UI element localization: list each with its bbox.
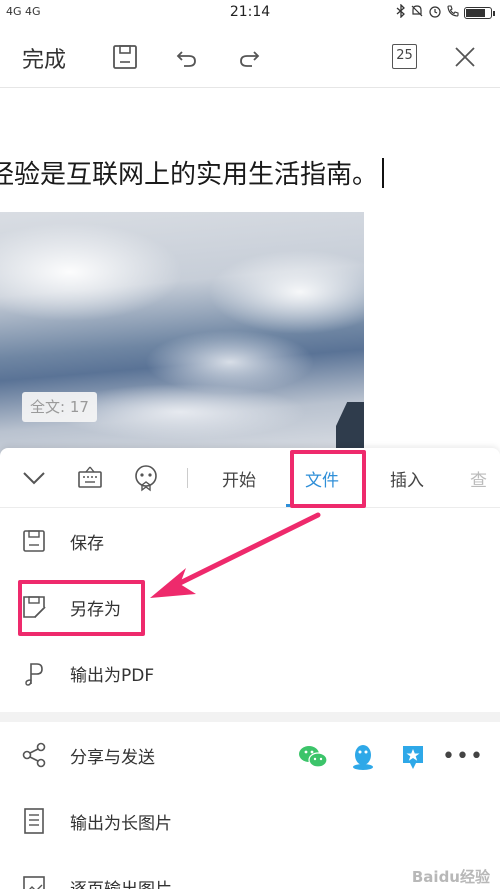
editor-toolbar: 完成 25 xyxy=(0,28,500,88)
tab-insert[interactable]: 插入 xyxy=(390,466,424,491)
tab-start[interactable]: 开始 xyxy=(222,466,256,491)
status-icons xyxy=(396,3,495,21)
wechat-icon[interactable] xyxy=(298,742,328,772)
document-image[interactable] xyxy=(0,212,364,462)
qq-icon[interactable] xyxy=(348,742,378,772)
save-label: 保存 xyxy=(70,534,104,554)
long-image-icon xyxy=(20,807,48,835)
save-icon xyxy=(20,527,48,555)
export-page-images-label: 逐页输出图片 xyxy=(70,875,172,889)
close-icon[interactable] xyxy=(450,42,480,72)
menu-group-divider xyxy=(0,712,500,722)
document-paragraph[interactable]: 经验是互联网上的实用生活指南。 xyxy=(0,160,378,190)
keyboard-icon[interactable] xyxy=(74,462,106,494)
share-apps: ••• xyxy=(298,742,483,772)
alarm-icon xyxy=(428,4,442,21)
redo-icon[interactable] xyxy=(234,42,264,72)
assistant-icon[interactable] xyxy=(130,462,162,494)
collapse-chevron-icon[interactable] xyxy=(18,462,50,494)
document-text[interactable]: 经验是互联网上的实用生活指南。 xyxy=(0,154,385,191)
battery-icon xyxy=(464,6,495,19)
text-cursor xyxy=(382,158,385,188)
tab-review[interactable]: 查 xyxy=(470,466,500,491)
share-label: 分享与发送 xyxy=(70,748,155,768)
pdf-icon xyxy=(20,659,48,687)
tim-icon[interactable] xyxy=(398,742,428,772)
file-tab-highlight xyxy=(290,450,366,508)
export-pdf-label: 输出为PDF xyxy=(70,666,155,686)
done-button[interactable]: 完成 xyxy=(22,42,66,74)
word-count-badge: 全文: 17 xyxy=(22,392,97,422)
more-icon[interactable]: ••• xyxy=(442,742,483,772)
share-send-menu-item[interactable]: 分享与发送 ••• xyxy=(0,722,500,788)
mute-bell-icon xyxy=(410,4,424,21)
export-pdf-menu-item[interactable]: 输出为PDF xyxy=(0,640,500,706)
watermark-logo: Baidu经验 xyxy=(411,868,490,886)
export-long-image-label: 输出为长图片 xyxy=(70,814,172,834)
status-bar: 4G 4G 21:14 xyxy=(0,0,500,28)
panel-tab-bar: 开始 文件 插入 查 xyxy=(0,448,500,508)
save-menu-item[interactable]: 保存 xyxy=(0,508,500,574)
share-icon xyxy=(20,741,48,769)
tab-divider xyxy=(187,468,188,488)
undo-icon[interactable] xyxy=(172,42,202,72)
phone-icon xyxy=(446,4,460,21)
bluetooth-icon xyxy=(396,3,406,21)
page-count-badge[interactable]: 25 xyxy=(392,44,417,69)
page-images-icon xyxy=(20,873,48,889)
save-as-highlight xyxy=(18,580,145,636)
export-long-image-menu-item[interactable]: 输出为长图片 xyxy=(0,788,500,854)
save-icon[interactable] xyxy=(110,42,140,72)
tools-panel: 开始 文件 插入 查 保存 另存为 输出为PDF 分享与发送 ••• 输出为长图… xyxy=(0,448,500,889)
